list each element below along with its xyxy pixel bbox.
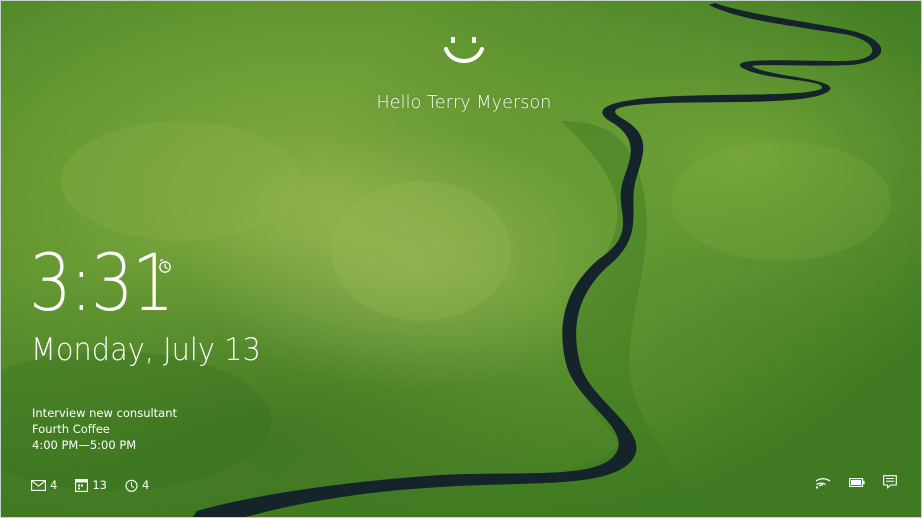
smiley-icon[interactable] bbox=[442, 35, 486, 67]
battery-icon[interactable] bbox=[849, 477, 865, 487]
clock-time: 3:31 bbox=[29, 239, 174, 329]
mail-count: 4 bbox=[50, 478, 58, 492]
alarm-clock-icon bbox=[157, 258, 173, 274]
event-time: 4:00 PM—5:00 PM bbox=[32, 438, 137, 452]
alarm-small-icon bbox=[125, 479, 138, 492]
calendar-icon bbox=[75, 478, 89, 492]
calendar-badge: 13 bbox=[75, 478, 107, 492]
action-center-icon[interactable] bbox=[883, 475, 897, 489]
mail-icon bbox=[31, 479, 46, 491]
mail-badge: 4 bbox=[31, 478, 57, 492]
system-tray bbox=[815, 475, 897, 489]
clock-date: Monday, July 13 bbox=[31, 332, 261, 368]
lock-screen[interactable]: Hello Terry Myerson 3:31 Monday, July 13… bbox=[0, 0, 922, 518]
app-badges: 4 13 4 bbox=[31, 477, 149, 493]
alarm-count: 4 bbox=[141, 478, 150, 492]
event-location: Fourth Coffee bbox=[32, 422, 110, 436]
calendar-event: Interview new consultant Fourth Coffee 4… bbox=[32, 405, 177, 453]
greeting-text: Hello Terry Myerson bbox=[376, 93, 552, 113]
calendar-count: 13 bbox=[92, 478, 107, 492]
alarm-badge: 4 bbox=[125, 478, 149, 492]
wifi-icon[interactable] bbox=[815, 475, 831, 489]
event-title: Interview new consultant bbox=[32, 406, 178, 420]
